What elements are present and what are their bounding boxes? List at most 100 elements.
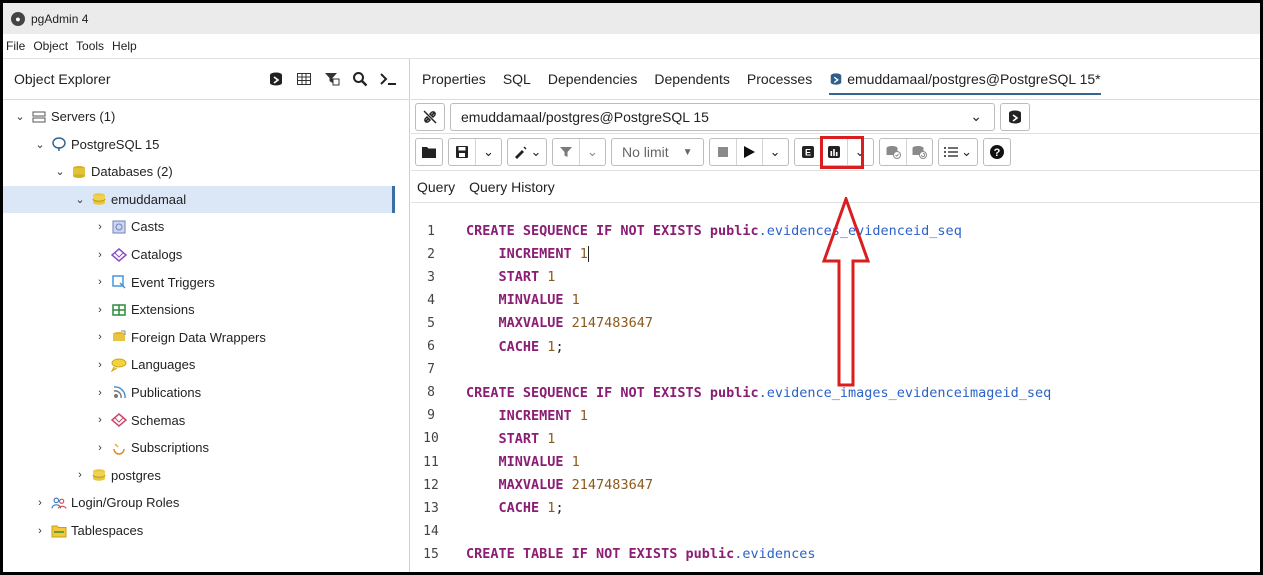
search-icon[interactable] [349, 68, 371, 90]
chevron-down-icon[interactable]: ⌄ [73, 193, 87, 206]
code-token: ; [555, 500, 564, 517]
code-token: CREATE TABLE IF NOT EXISTS [466, 546, 686, 563]
tree-item[interactable]: › Event Triggers [93, 269, 215, 296]
query-tool-tab-label: emuddamaal/postgres@PostgreSQL 15* [847, 71, 1101, 87]
query-tool-icon[interactable] [265, 68, 287, 90]
line-number: 1 [427, 223, 435, 239]
connection-status-icon[interactable] [415, 102, 445, 131]
extensions-icon [111, 303, 127, 317]
chevron-down-icon[interactable]: ⌄ [53, 165, 67, 178]
menu-help[interactable]: Help [112, 39, 137, 53]
code-line: 1 CREATE SEQUENCE IF NOT EXISTS public.ev… [411, 221, 962, 241]
chevron-right-icon[interactable]: › [93, 249, 107, 261]
code-text: MINVALUE 1 [451, 292, 580, 308]
tab-query[interactable]: Query [417, 179, 455, 195]
tab-processes[interactable]: Processes [747, 71, 812, 87]
chevron-right-icon[interactable]: › [73, 469, 87, 481]
save-file-icon[interactable] [449, 139, 475, 165]
tree-item[interactable]: › Schemas [93, 407, 185, 434]
edit-icon[interactable]: ⌄ [508, 139, 546, 165]
tree-item[interactable]: › Login/Group Roles [33, 489, 179, 516]
tree-item[interactable]: › Subscriptions [93, 434, 209, 461]
chevron-right-icon[interactable]: › [93, 442, 107, 454]
tab-dependents[interactable]: Dependents [654, 71, 730, 87]
chevron-right-icon[interactable]: › [93, 359, 107, 371]
chevron-right-icon[interactable]: › [93, 414, 107, 426]
pgadmin-logo-icon: ● [11, 11, 25, 26]
commit-icon[interactable] [880, 139, 906, 165]
chevron-right-icon[interactable]: › [33, 497, 47, 509]
chevron-right-icon[interactable]: › [93, 276, 107, 288]
execute-query-play-icon[interactable] [735, 139, 762, 165]
tab-dependencies[interactable]: Dependencies [548, 71, 638, 87]
postgres-elephant-icon [51, 137, 67, 152]
tree-item-label: Login/Group Roles [71, 495, 180, 511]
rollback-icon[interactable] [905, 139, 932, 165]
tab-query-history[interactable]: Query History [469, 179, 555, 195]
macros-icon[interactable]: ⌄ [939, 139, 977, 165]
open-file-icon[interactable] [416, 139, 442, 165]
new-connection-icon[interactable] [1000, 102, 1030, 131]
tree-item[interactable]: ⌄ Databases (2) [53, 158, 172, 185]
tree-item[interactable]: › Casts [93, 213, 164, 240]
object-explorer-panel: Object Explorer ⌄ Servers (1) ⌄ PostgreS… [3, 59, 410, 572]
code-line: 8 CREATE SEQUENCE IF NOT EXISTS public.ev… [411, 383, 1051, 403]
help-icon[interactable]: ? [984, 139, 1010, 165]
menu-tools[interactable]: Tools [76, 39, 104, 53]
filter-options-chevron-icon[interactable]: ⌄ [579, 139, 605, 165]
code-line: 3 START 1 [411, 267, 555, 287]
tree-item-label: Languages [131, 357, 196, 373]
menu-bar: File Object Tools Help [3, 34, 1260, 59]
code-line: 11 MINVALUE 1 [411, 452, 580, 472]
tree-item[interactable]: › postgres [73, 462, 161, 489]
tree-item[interactable]: › Languages [93, 351, 195, 378]
line-number: 11 [423, 454, 439, 470]
connection-select[interactable]: emuddamaal/postgres@PostgreSQL 15 ⌄ [450, 102, 995, 131]
save-options-chevron-icon[interactable]: ⌄ [475, 139, 501, 165]
chevron-right-icon[interactable]: › [93, 331, 107, 343]
tree-item[interactable]: › Extensions [93, 296, 194, 323]
chevron-right-icon[interactable]: › [93, 387, 107, 399]
code-token: CREATE SEQUENCE IF NOT EXISTS [466, 223, 710, 239]
menu-object[interactable]: Object [33, 39, 68, 53]
row-limit-select[interactable]: No limit ▼ [611, 138, 704, 166]
code-text: CREATE SEQUENCE IF NOT EXISTS public.evi… [451, 385, 1051, 401]
catalogs-icon [111, 247, 127, 262]
line-number: 7 [427, 362, 435, 378]
chevron-down-icon[interactable]: ⌄ [33, 138, 47, 151]
tree-item[interactable]: › Publications [93, 379, 201, 406]
chevron-right-icon[interactable]: › [33, 525, 47, 537]
chevron-right-icon[interactable]: › [93, 221, 107, 233]
code-line: 14 [411, 521, 466, 541]
code-token: MAXVALUE [498, 477, 572, 494]
chevron-right-icon[interactable]: › [93, 304, 107, 316]
tree-item[interactable]: ⌄ emuddamaal [73, 186, 186, 213]
tree-item[interactable]: › Foreign Data Wrappers [93, 324, 266, 351]
line-number: 4 [427, 292, 435, 308]
menu-file[interactable]: File [6, 39, 25, 53]
tree-item-label: Event Triggers [131, 274, 215, 290]
code-line: 4 MINVALUE 1 [411, 290, 580, 310]
filter-icon[interactable] [553, 139, 579, 165]
tree-item[interactable]: › Catalogs [93, 241, 182, 268]
publications-icon [111, 385, 127, 400]
chevron-down-icon[interactable]: ⌄ [13, 110, 27, 123]
tab-sql[interactable]: SQL [503, 71, 531, 87]
view-data-icon[interactable] [293, 68, 315, 90]
psql-terminal-icon[interactable] [377, 68, 399, 90]
stop-query-icon[interactable] [710, 139, 736, 165]
tab-query-tool[interactable]: emuddamaal/postgres@PostgreSQL 15* [829, 71, 1101, 95]
tree-item[interactable]: › Tablespaces [33, 517, 143, 544]
tree-item[interactable]: ⌄ Servers (1) [13, 103, 115, 130]
tree-item[interactable]: ⌄ PostgreSQL 15 [33, 131, 159, 158]
subscriptions-icon [111, 441, 127, 455]
svg-text:E: E [805, 148, 811, 158]
filtered-rows-icon[interactable] [321, 68, 343, 90]
execute-options-chevron-icon[interactable]: ⌄ [761, 139, 788, 165]
foreign-data-wrappers-icon [111, 330, 127, 344]
code-token: CACHE [498, 500, 548, 517]
explain-icon[interactable]: E [795, 139, 821, 165]
tab-properties[interactable]: Properties [422, 71, 486, 87]
